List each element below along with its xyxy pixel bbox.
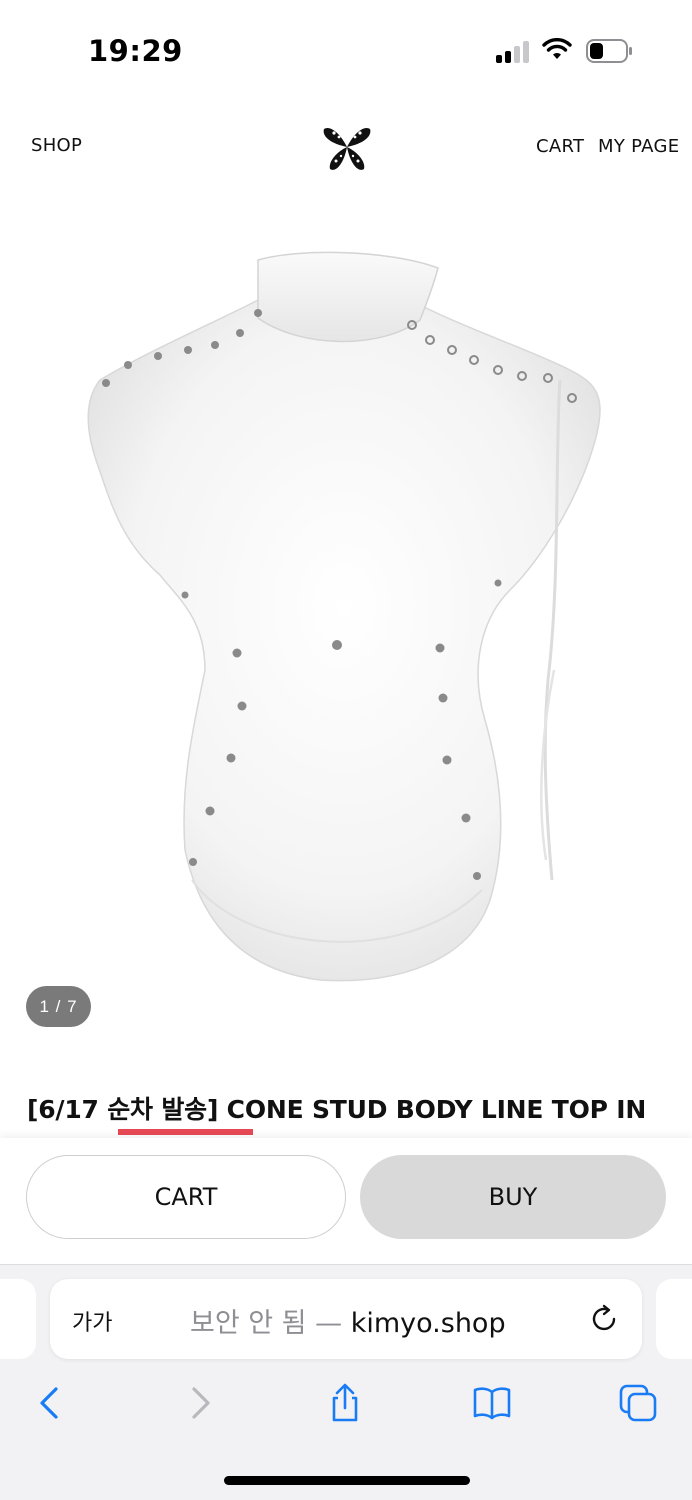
next-tab-preview[interactable] — [656, 1279, 692, 1359]
nav-mypage-link[interactable]: MY PAGE — [598, 136, 679, 157]
product-title: [6/17 순차 발송] CONE STUD BODY LINE TOP IN — [27, 1095, 647, 1124]
url-domain: kimyo.shop — [350, 1308, 506, 1339]
butterfly-logo-icon[interactable] — [322, 121, 372, 173]
product-image[interactable] — [0, 200, 692, 1040]
browser-toolbar: 가가 보안 안 됨 — kimyo.shop — [0, 1264, 692, 1500]
add-to-cart-button[interactable]: CART — [26, 1155, 346, 1239]
cellular-signal-icon — [496, 41, 532, 63]
purchase-bar: CART BUY — [0, 1138, 692, 1264]
address-bar[interactable]: 가가 보안 안 됨 — kimyo.shop — [50, 1279, 642, 1359]
share-icon[interactable] — [325, 1383, 365, 1423]
reader-text-size-button[interactable]: 가가 — [72, 1305, 112, 1337]
buy-button[interactable]: BUY — [360, 1155, 666, 1239]
reload-icon[interactable] — [588, 1303, 620, 1335]
not-secure-label: 보안 안 됨 — — [190, 1308, 343, 1339]
image-pager-badge: 1 / 7 — [26, 986, 91, 1027]
previous-tab-preview[interactable] — [0, 1279, 36, 1359]
bookmarks-icon[interactable] — [472, 1383, 512, 1423]
url-display[interactable]: 보안 안 됨 — kimyo.shop — [190, 1301, 506, 1340]
home-indicator — [224, 1476, 470, 1485]
tabs-icon[interactable] — [618, 1383, 658, 1423]
site-header: SHOP CART MY PAGE — [0, 105, 692, 185]
nav-shop-link[interactable]: SHOP — [31, 135, 82, 156]
back-icon[interactable] — [30, 1383, 70, 1423]
title-highlight-underline — [118, 1129, 253, 1135]
battery-icon — [586, 39, 632, 63]
nav-cart-link[interactable]: CART — [536, 136, 584, 157]
wifi-icon — [542, 38, 572, 59]
status-bar: 19:29 — [0, 0, 692, 100]
status-time: 19:29 — [88, 34, 183, 68]
forward-icon[interactable] — [180, 1383, 220, 1423]
